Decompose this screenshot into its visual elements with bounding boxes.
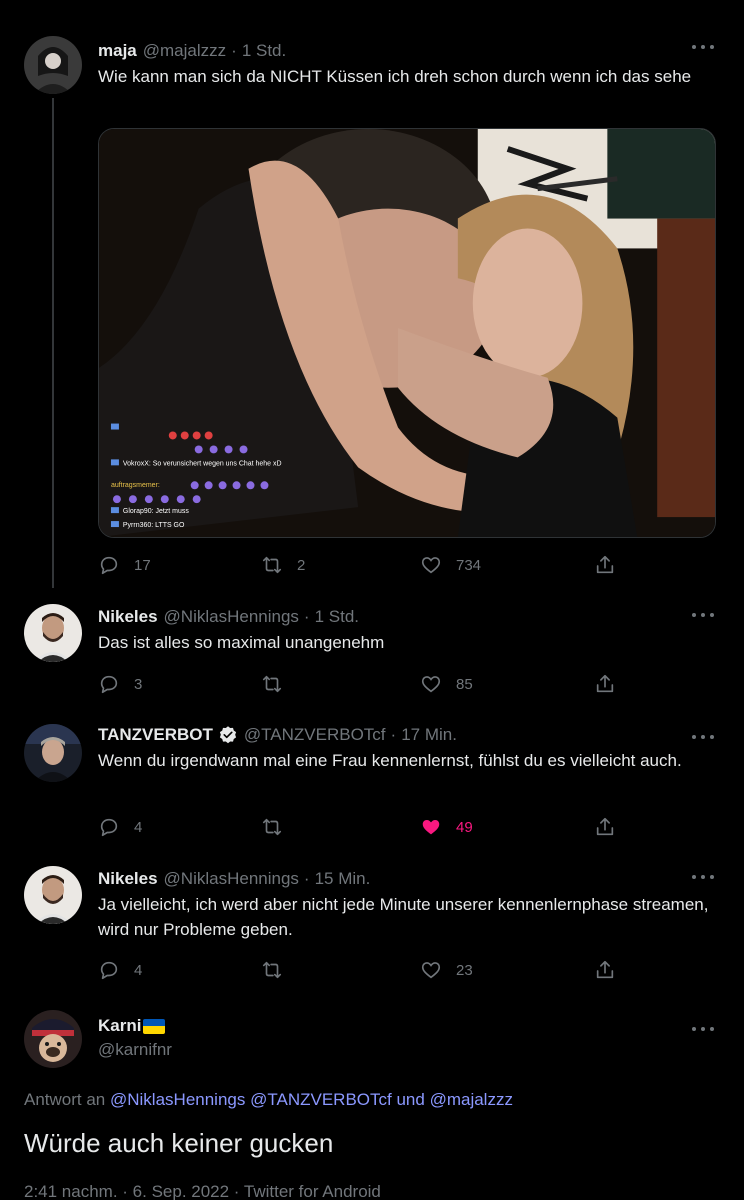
more-icon[interactable] (692, 40, 714, 54)
like-count: 85 (456, 675, 473, 693)
replying-to: Antwort an @NiklasHennings @TANZVERBOTcf… (24, 1090, 513, 1110)
display-name[interactable]: maja (98, 40, 137, 62)
focused-tweet[interactable]: Karni @karnifnr Antwort an @NiklasHennin… (0, 1000, 744, 1200)
more-icon[interactable] (692, 1022, 714, 1036)
tweet-actions: 4 49 (98, 815, 618, 839)
like-button[interactable]: 23 (420, 958, 473, 982)
reply-icon (100, 818, 118, 837)
display-name[interactable]: Nikeles (98, 868, 158, 890)
retweet-count: 2 (297, 556, 306, 574)
tweet-text: Würde auch keiner gucken (24, 1128, 334, 1158)
display-name-row[interactable]: Karni (98, 1016, 166, 1036)
retweet-icon (262, 961, 282, 979)
kiss-photo: VokroxX: So verunsichert wegen uns Chat … (99, 129, 715, 537)
more-icon[interactable] (692, 870, 714, 884)
reply-icon (100, 556, 118, 575)
tweet-text: Das ist alles so maximal unangenehm (98, 633, 385, 652)
more-icon[interactable] (692, 608, 714, 622)
username[interactable]: @karnifnr (98, 1040, 172, 1060)
share-icon (596, 555, 614, 574)
chat-line: Pyrrn360: LTTS GO (123, 522, 185, 529)
share-button[interactable] (594, 553, 616, 577)
share-button[interactable] (594, 958, 616, 982)
mention-link[interactable]: @NiklasHennings (110, 1090, 245, 1109)
retweet-button[interactable] (261, 672, 283, 696)
share-icon (596, 960, 614, 979)
timestamp[interactable]: 15 Min. (315, 868, 371, 890)
retweet-button[interactable]: 2 (261, 553, 305, 577)
ukraine-flag-icon (143, 1018, 166, 1034)
share-icon (596, 817, 614, 836)
tweet-text: Wenn du irgendwann mal eine Frau kennenl… (98, 751, 682, 770)
display-name[interactable]: Karni (98, 1016, 141, 1036)
avatar[interactable] (24, 36, 82, 94)
username[interactable]: @NiklasHennings (164, 606, 299, 628)
retweet-button[interactable] (261, 815, 283, 839)
retweet-icon (262, 818, 282, 836)
like-count: 23 (456, 961, 473, 979)
reply-icon (100, 961, 118, 980)
like-icon (421, 676, 441, 693)
reply-button[interactable]: 4 (98, 958, 142, 982)
retweet-button[interactable] (261, 958, 283, 982)
avatar[interactable] (24, 866, 82, 924)
display-name[interactable]: TANZVERBOT (98, 724, 213, 746)
tweet-actions: 4 23 (98, 958, 618, 982)
more-icon[interactable] (692, 730, 714, 744)
chat-line: auftragsmemer: (111, 482, 160, 489)
like-icon (421, 962, 441, 979)
reply-prefix: Antwort an (24, 1090, 106, 1109)
username[interactable]: @TANZVERBOTcf (244, 724, 386, 746)
avatar[interactable] (24, 604, 82, 662)
timestamp[interactable]: 1 Std. (242, 40, 286, 62)
tweet-text: Ja vielleicht, ich werd aber nicht jede … (98, 895, 709, 939)
username[interactable]: @majalzzz (143, 40, 226, 62)
reply-icon (100, 675, 118, 694)
like-count: 49 (456, 818, 473, 836)
reply-count: 4 (134, 818, 143, 836)
chat-line: VokroxX: So verunsichert wegen uns Chat … (123, 460, 282, 467)
share-button[interactable] (594, 672, 616, 696)
tweet-actions: 3 85 (98, 672, 618, 696)
reply-button[interactable]: 4 (98, 815, 142, 839)
mention-link[interactable]: @TANZVERBOTcf (250, 1090, 392, 1109)
reply-count: 4 (134, 961, 143, 979)
reply-and: und (396, 1090, 425, 1109)
like-button[interactable]: 49 (420, 815, 473, 839)
chat-line: Glorap90: Jetzt muss (123, 508, 189, 515)
tweet-media-image[interactable]: VokroxX: So verunsichert wegen uns Chat … (98, 128, 716, 538)
display-name[interactable]: Nikeles (98, 606, 158, 628)
tweet-actions: 17 2 734 (98, 553, 618, 577)
retweet-icon (262, 556, 282, 574)
timestamp[interactable]: 1 Std. (315, 606, 359, 628)
like-button[interactable]: 734 (420, 553, 481, 577)
avatar[interactable] (24, 724, 82, 782)
tweet-meta[interactable]: 2:41 nachm. · 6. Sep. 2022 · Twitter for… (24, 1182, 381, 1200)
reply-button[interactable]: 17 (98, 553, 151, 577)
verified-icon (219, 726, 236, 744)
mention-link[interactable]: @majalzzz (430, 1090, 513, 1109)
like-icon (421, 557, 441, 574)
reply-button[interactable]: 3 (98, 672, 142, 696)
avatar[interactable] (24, 1010, 82, 1068)
retweet-icon (262, 675, 282, 693)
reply-count: 3 (134, 675, 143, 693)
username[interactable]: @NiklasHennings (164, 868, 299, 890)
like-count: 734 (456, 556, 482, 574)
like-icon-filled (422, 819, 440, 835)
share-button[interactable] (594, 815, 616, 839)
timestamp[interactable]: 17 Min. (401, 724, 457, 746)
like-button[interactable]: 85 (420, 672, 473, 696)
reply-count: 17 (134, 556, 151, 574)
tweet-text: Wie kann man sich da NICHT Küssen ich dr… (98, 67, 692, 86)
share-icon (596, 674, 614, 693)
